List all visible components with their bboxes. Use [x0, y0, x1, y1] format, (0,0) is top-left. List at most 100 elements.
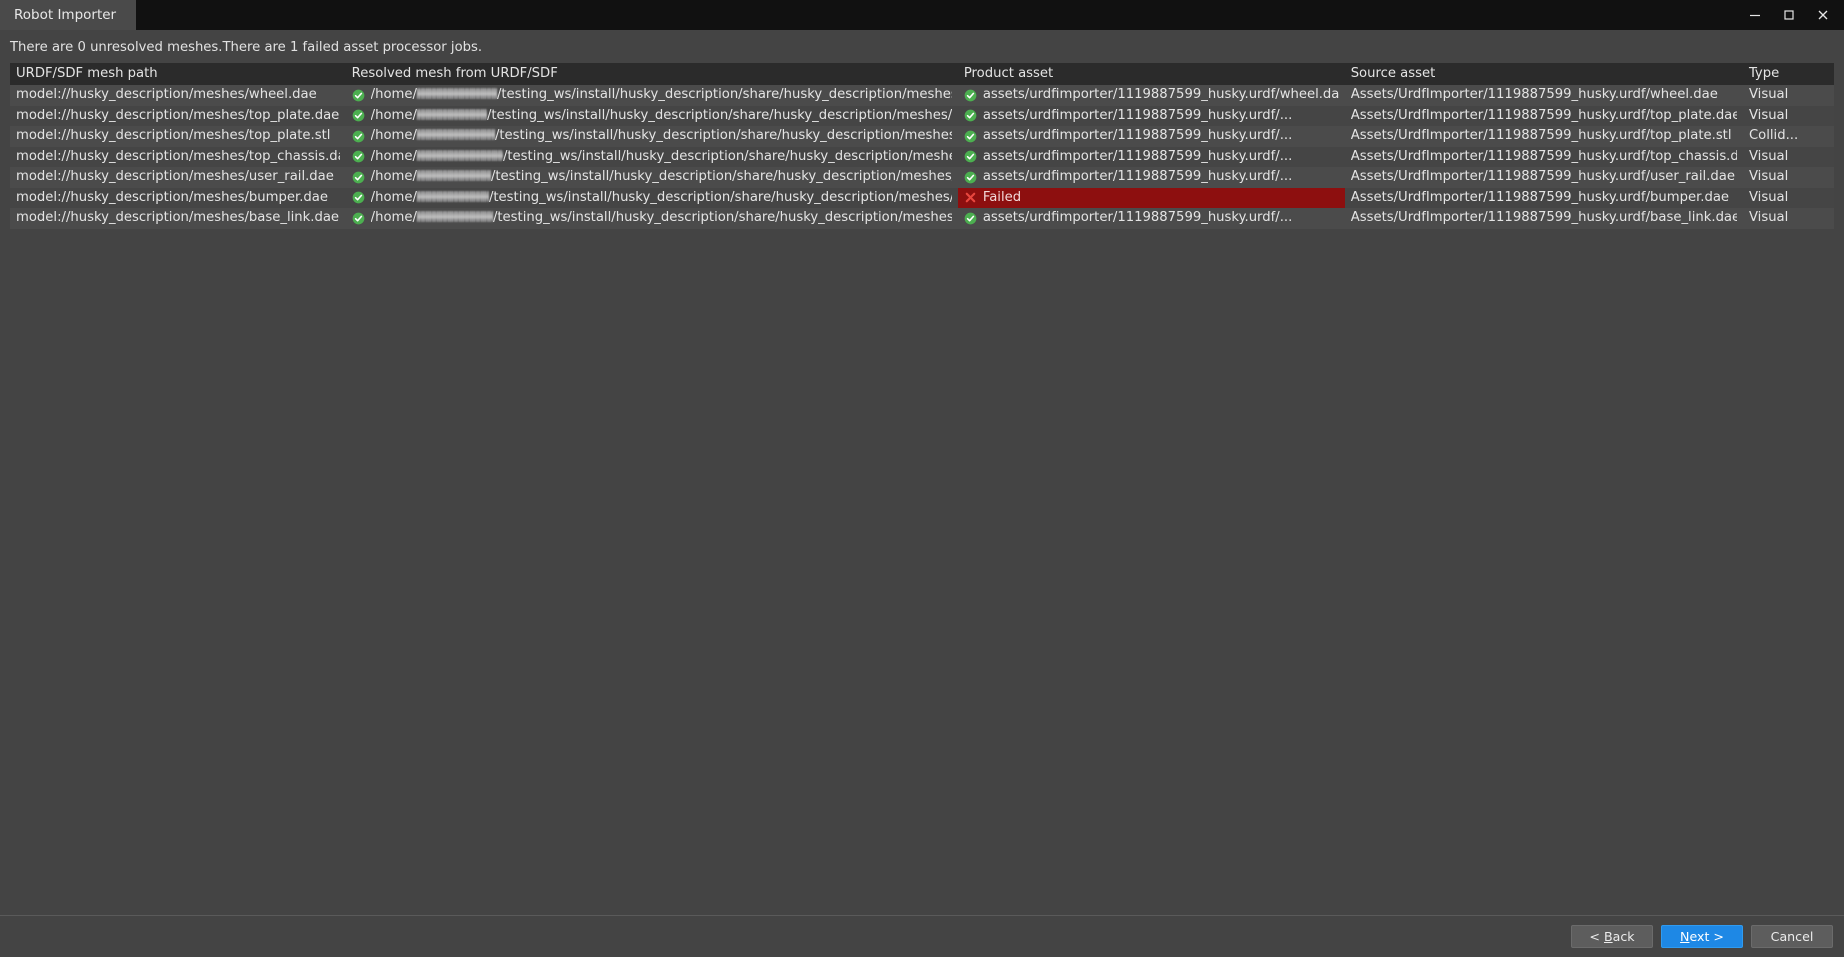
dialog-footer: < Back Next > Cancel — [0, 915, 1844, 957]
status-message: There are 0 unresolved meshes.There are … — [0, 30, 1844, 63]
cell-urdf-mesh-path: model://husky_description/meshes/wheel.d… — [10, 85, 346, 106]
table-row[interactable]: model://husky_description/meshes/top_pla… — [10, 126, 1834, 147]
column-header-product-asset[interactable]: Product asset — [958, 63, 1345, 85]
resolved-mesh-text: /home//testing_ws/install/husky_descript… — [371, 188, 952, 209]
redacted-username — [417, 150, 503, 161]
cell-product-asset: assets/urdfimporter/1119887599_husky.urd… — [958, 106, 1345, 127]
resolved-prefix: /home/ — [371, 149, 417, 164]
cell-urdf-mesh-path: model://husky_description/meshes/top_pla… — [10, 126, 346, 147]
cell-source-asset: Assets/UrdfImporter/1119887599_husky.urd… — [1345, 167, 1743, 188]
source-asset-text: Assets/UrdfImporter/1119887599_husky.urd… — [1351, 147, 1737, 168]
cell-resolved-mesh: /home//testing_ws/install/husky_descript… — [346, 85, 958, 106]
urdf-mesh-path-text: model://husky_description/meshes/top_pla… — [16, 106, 339, 127]
cell-product-asset: assets/urdfimporter/1119887599_husky.urd… — [958, 167, 1345, 188]
product-asset-text: assets/urdfimporter/1119887599_husky.urd… — [983, 126, 1292, 147]
window-controls — [1738, 0, 1840, 30]
table-row[interactable]: model://husky_description/meshes/bumper.… — [10, 188, 1834, 209]
minimize-icon — [1748, 8, 1762, 22]
ok-icon — [352, 109, 365, 122]
product-asset-text: assets/urdfimporter/1119887599_husky.urd… — [983, 208, 1292, 229]
type-text: Visual — [1749, 85, 1788, 106]
resolved-prefix: /home/ — [371, 210, 417, 225]
maximize-icon — [1782, 8, 1796, 22]
cell-urdf-mesh-path: model://husky_description/meshes/top_pla… — [10, 106, 346, 127]
mesh-table-container: URDF/SDF mesh path Resolved mesh from UR… — [0, 63, 1844, 915]
ok-icon — [352, 130, 365, 143]
tab-robot-importer[interactable]: Robot Importer — [0, 0, 136, 30]
maximize-button[interactable] — [1772, 0, 1806, 30]
cell-type: Visual — [1743, 85, 1834, 106]
mesh-table: URDF/SDF mesh path Resolved mesh from UR… — [10, 63, 1834, 229]
product-asset-text: assets/urdfimporter/1119887599_husky.urd… — [983, 85, 1339, 106]
minimize-button[interactable] — [1738, 0, 1772, 30]
next-button[interactable]: Next > — [1661, 925, 1743, 948]
resolved-mesh-text: /home//testing_ws/install/husky_descript… — [371, 167, 952, 188]
error-icon — [964, 191, 977, 204]
urdf-mesh-path-text: model://husky_description/meshes/user_ra… — [16, 167, 334, 188]
resolved-prefix: /home/ — [371, 190, 417, 205]
resolved-mesh-text: /home/ /testing_ws/install/husky_descript… — [371, 208, 952, 229]
cell-product-asset: assets/urdfimporter/1119887599_husky.urd… — [958, 85, 1345, 106]
cell-resolved-mesh: /home//testing_ws/install/husky_descript… — [346, 126, 958, 147]
ok-icon — [352, 191, 365, 204]
cell-type: Visual — [1743, 147, 1834, 168]
source-asset-text: Assets/UrdfImporter/1119887599_husky.urd… — [1351, 126, 1732, 147]
redacted-username — [417, 211, 493, 222]
resolved-prefix: /home/ — [371, 128, 417, 143]
column-header-type[interactable]: Type — [1743, 63, 1834, 85]
cell-resolved-mesh: /home//testing_ws/install/husky_descript… — [346, 167, 958, 188]
table-row[interactable]: model://husky_description/meshes/wheel.d… — [10, 85, 1834, 106]
redacted-username — [417, 129, 495, 140]
cell-type: Visual — [1743, 106, 1834, 127]
cell-resolved-mesh: /home//testing_ws/install/husky_descript… — [346, 147, 958, 168]
cell-source-asset: Assets/UrdfImporter/1119887599_husky.urd… — [1345, 85, 1743, 106]
resolved-mesh-text: /home//testing_ws/install/husky_descript… — [371, 147, 952, 168]
cancel-button[interactable]: Cancel — [1751, 925, 1833, 948]
table-row[interactable]: model://husky_description/meshes/base_li… — [10, 208, 1834, 229]
urdf-mesh-path-text: model://husky_description/meshes/top_cha… — [16, 147, 340, 168]
ok-icon — [352, 89, 365, 102]
ok-icon — [964, 150, 977, 163]
table-row[interactable]: model://husky_description/meshes/user_ra… — [10, 167, 1834, 188]
cell-type: Visual — [1743, 188, 1834, 209]
type-text: Visual — [1749, 167, 1788, 188]
table-header-row: URDF/SDF mesh path Resolved mesh from UR… — [10, 63, 1834, 85]
source-asset-text: Assets/UrdfImporter/1119887599_husky.urd… — [1351, 167, 1735, 188]
close-button[interactable] — [1806, 0, 1840, 30]
ok-icon — [352, 212, 365, 225]
type-text: Collid... — [1749, 126, 1798, 147]
back-button[interactable]: < Back — [1571, 925, 1653, 948]
column-header-urdf-mesh-path[interactable]: URDF/SDF mesh path — [10, 63, 346, 85]
cell-source-asset: Assets/UrdfImporter/1119887599_husky.urd… — [1345, 126, 1743, 147]
source-asset-text: Assets/UrdfImporter/1119887599_husky.urd… — [1351, 106, 1737, 127]
redacted-username — [417, 191, 489, 202]
cell-resolved-mesh: /home/ /testing_ws/install/husky_descript… — [346, 208, 958, 229]
cell-urdf-mesh-path: model://husky_description/meshes/top_cha… — [10, 147, 346, 168]
redacted-username — [417, 170, 491, 181]
resolved-prefix: /home/ — [371, 108, 417, 123]
column-header-source-asset[interactable]: Source asset — [1345, 63, 1743, 85]
source-asset-text: Assets/UrdfImporter/1119887599_husky.urd… — [1351, 85, 1718, 106]
source-asset-text: Assets/UrdfImporter/1119887599_husky.urd… — [1351, 208, 1737, 229]
product-asset-text: assets/urdfimporter/1119887599_husky.urd… — [983, 167, 1292, 188]
product-asset-text: assets/urdfimporter/1119887599_husky.urd… — [983, 106, 1292, 127]
table-row[interactable]: model://husky_description/meshes/top_pla… — [10, 106, 1834, 127]
urdf-mesh-path-text: model://husky_description/meshes/bumper.… — [16, 188, 328, 209]
table-body: model://husky_description/meshes/wheel.d… — [10, 85, 1834, 229]
cell-type: Collid... — [1743, 126, 1834, 147]
cell-product-asset: assets/urdfimporter/1119887599_husky.urd… — [958, 147, 1345, 168]
resolved-suffix: /testing_ws/install/husky_description/sh… — [493, 210, 952, 225]
type-text: Visual — [1749, 106, 1788, 127]
type-text: Visual — [1749, 188, 1788, 209]
column-header-resolved-mesh[interactable]: Resolved mesh from URDF/SDF — [346, 63, 958, 85]
table-row[interactable]: model://husky_description/meshes/top_cha… — [10, 147, 1834, 168]
resolved-prefix: /home/ — [371, 169, 417, 184]
urdf-mesh-path-text: model://husky_description/meshes/top_pla… — [16, 126, 330, 147]
cell-type: Visual — [1743, 167, 1834, 188]
cell-source-asset: Assets/UrdfImporter/1119887599_husky.urd… — [1345, 147, 1743, 168]
ok-icon — [964, 171, 977, 184]
ok-icon — [964, 212, 977, 225]
product-asset-text: assets/urdfimporter/1119887599_husky.urd… — [983, 147, 1292, 168]
next-button-label: Next > — [1680, 929, 1724, 944]
cell-resolved-mesh: /home//testing_ws/install/husky_descript… — [346, 188, 958, 209]
